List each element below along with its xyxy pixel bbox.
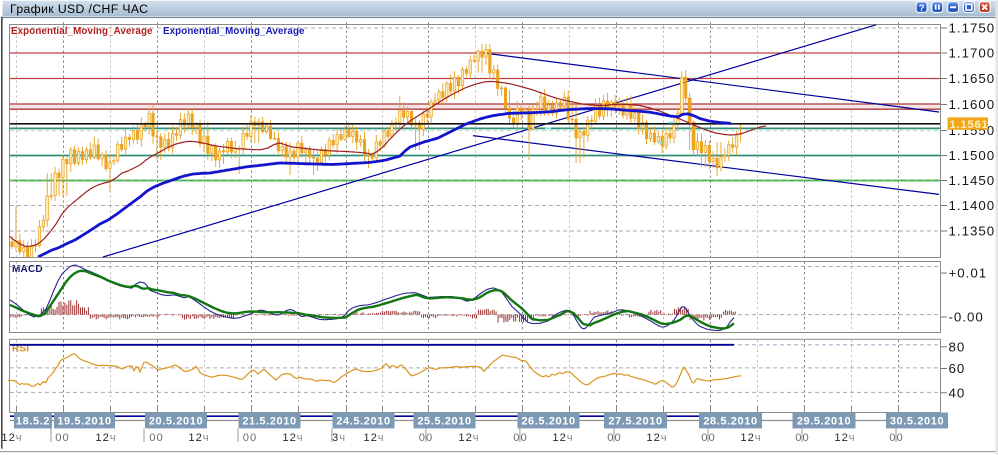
svg-text:?: ? bbox=[919, 3, 925, 14]
svg-text:1.1561: 1.1561 bbox=[950, 119, 989, 131]
svg-text:00: 00 bbox=[607, 432, 621, 444]
svg-text:Exponential_Moving_Average: Exponential_Moving_Average bbox=[11, 26, 153, 37]
svg-text:12ч: 12ч bbox=[458, 432, 479, 444]
svg-text:40: 40 bbox=[949, 386, 966, 401]
svg-text:00: 00 bbox=[149, 432, 163, 444]
svg-text:1.1700: 1.1700 bbox=[949, 46, 996, 61]
svg-text:1.1350: 1.1350 bbox=[949, 224, 996, 239]
svg-text:00: 00 bbox=[889, 432, 903, 444]
svg-text:28.5.2010: 28.5.2010 bbox=[703, 416, 757, 428]
svg-text:MACD: MACD bbox=[12, 264, 43, 275]
svg-text:27.5.2010: 27.5.2010 bbox=[608, 416, 662, 428]
svg-text:12ч: 12ч bbox=[646, 432, 667, 444]
svg-text:20.5.2010: 20.5.2010 bbox=[149, 416, 203, 428]
svg-text:1.1750: 1.1750 bbox=[949, 21, 996, 36]
svg-text:1.1400: 1.1400 bbox=[949, 198, 996, 213]
svg-text:12ч: 12ч bbox=[363, 432, 384, 444]
svg-text:1.1650: 1.1650 bbox=[949, 71, 996, 86]
svg-text:30.5.2010: 30.5.2010 bbox=[890, 416, 944, 428]
svg-text:18.5.2: 18.5.2 bbox=[16, 416, 50, 428]
svg-text:Exponential_Moving_Average: Exponential_Moving_Average bbox=[163, 26, 305, 37]
svg-text:00: 00 bbox=[243, 432, 257, 444]
svg-text:26.5.2010: 26.5.2010 bbox=[521, 416, 575, 428]
svg-text:00: 00 bbox=[513, 432, 527, 444]
svg-text:12ч: 12ч bbox=[740, 432, 761, 444]
svg-text:12ч: 12ч bbox=[1, 432, 22, 444]
svg-text:24.5.2010: 24.5.2010 bbox=[336, 416, 390, 428]
svg-text:График USD /CHF ЧАС: График USD /CHF ЧАС bbox=[10, 2, 148, 16]
svg-text:00: 00 bbox=[419, 432, 433, 444]
svg-text:60: 60 bbox=[949, 361, 966, 376]
svg-text:00: 00 bbox=[55, 432, 69, 444]
svg-text:1.1450: 1.1450 bbox=[949, 173, 996, 188]
svg-text:00: 00 bbox=[795, 432, 809, 444]
svg-text:12ч: 12ч bbox=[282, 432, 303, 444]
svg-text:1.1500: 1.1500 bbox=[949, 148, 996, 163]
svg-text:12ч: 12ч bbox=[188, 432, 209, 444]
svg-text:12ч: 12ч bbox=[95, 432, 116, 444]
svg-text:12ч: 12ч bbox=[552, 432, 573, 444]
svg-text:19.5.2010: 19.5.2010 bbox=[57, 416, 111, 428]
svg-text:3ч: 3ч bbox=[332, 432, 346, 444]
svg-text:-0.00: -0.00 bbox=[949, 310, 984, 325]
svg-text:29.5.2010: 29.5.2010 bbox=[797, 416, 851, 428]
svg-text:21.5.2010: 21.5.2010 bbox=[242, 416, 296, 428]
svg-text:1.1600: 1.1600 bbox=[949, 97, 996, 112]
svg-text:25.5.2010: 25.5.2010 bbox=[417, 416, 471, 428]
svg-text:12ч: 12ч bbox=[834, 432, 855, 444]
svg-text:00: 00 bbox=[701, 432, 715, 444]
svg-text:+0.01: +0.01 bbox=[949, 266, 988, 281]
svg-text:80: 80 bbox=[949, 340, 966, 355]
